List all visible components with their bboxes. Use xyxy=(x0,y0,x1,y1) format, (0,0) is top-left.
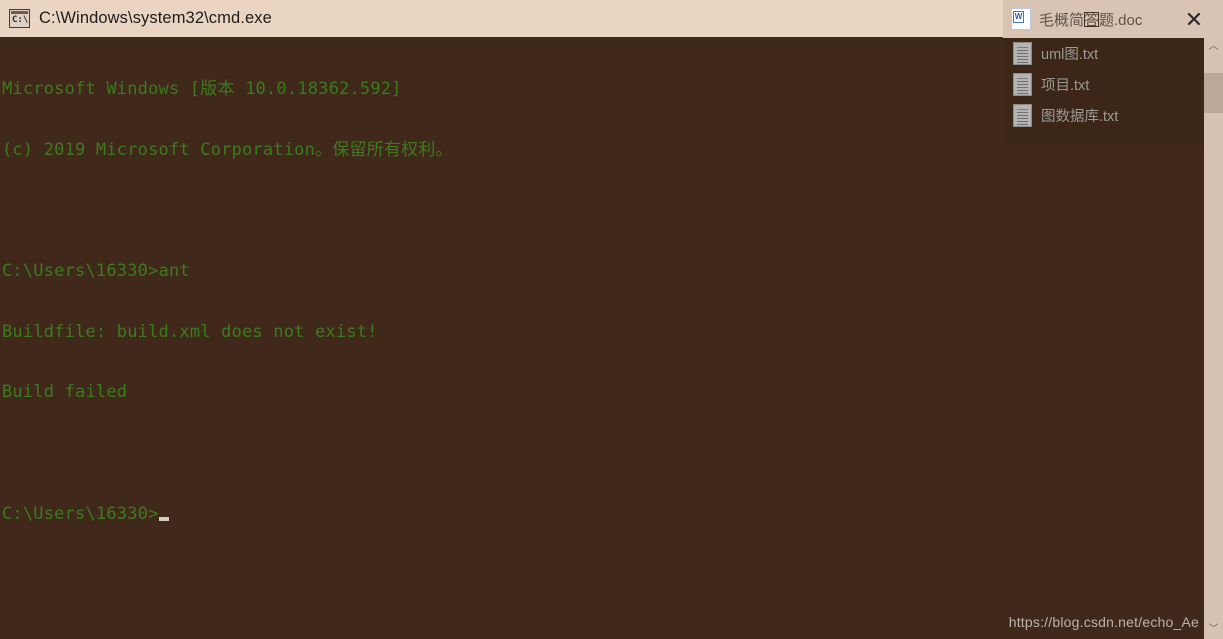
list-item[interactable]: 项目.txt xyxy=(1003,69,1205,100)
list-item[interactable]: 图数据库.txt xyxy=(1003,100,1205,131)
text-file-icon xyxy=(1013,104,1032,127)
scroll-down-icon[interactable]: ﹀ xyxy=(1204,620,1223,639)
console-line: Build failed xyxy=(2,382,128,403)
scroll-up-icon[interactable]: ︿ xyxy=(1204,37,1223,56)
console-line: C:\Users\16330>ant xyxy=(2,261,190,282)
document-file-list: uml图.txt 项目.txt 图数据库.txt xyxy=(1003,38,1205,145)
scrollbar-thumb[interactable] xyxy=(1204,73,1223,113)
document-titlebar[interactable]: W 毛概简答题.doc ✕ xyxy=(1003,0,1223,38)
document-window: uml图.txt 项目.txt 图数据库.txt W 毛概简答题.doc ✕ xyxy=(1003,0,1223,145)
console-prompt: C:\Users\16330> xyxy=(2,503,159,524)
list-item-label: 图数据库.txt xyxy=(1041,109,1119,125)
list-item-label: uml图.txt xyxy=(1041,47,1099,63)
word-doc-icon: W xyxy=(1011,8,1031,30)
cmd-window-title: C:\Windows\system32\cmd.exe xyxy=(39,9,272,27)
watermark-url: https://blog.csdn.net/echo_Ae xyxy=(1008,614,1199,630)
close-icon[interactable]: ✕ xyxy=(1181,8,1207,32)
console-caret xyxy=(158,516,169,521)
console-line: Buildfile: build.xml does not exist! xyxy=(2,321,378,342)
list-item-label: 项目.txt xyxy=(1041,78,1090,94)
cmd-icon: C:\ xyxy=(9,9,30,28)
text-file-icon xyxy=(1013,73,1032,96)
screen: wú 无 yōu 忧 wú 无 lǜ 虑 www.hamicat.com xyxy=(0,0,1223,639)
text-file-icon xyxy=(1013,42,1032,65)
console-prompt-line: C:\Users\16330> xyxy=(2,504,1223,524)
list-item[interactable]: uml图.txt xyxy=(1003,38,1205,69)
vertical-scrollbar[interactable]: ︿ ﹀ xyxy=(1204,37,1223,639)
maximize-button[interactable] xyxy=(1084,12,1099,27)
